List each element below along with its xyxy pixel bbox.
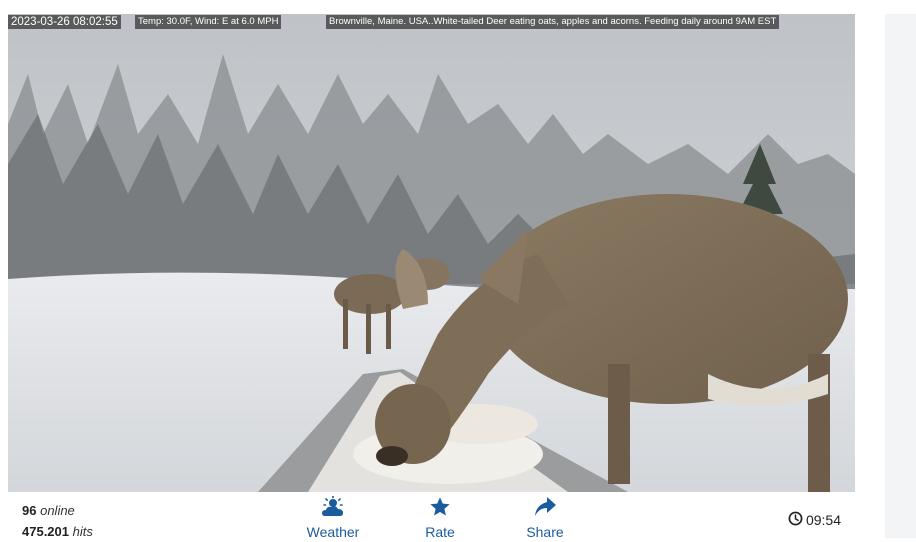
online-label: online [40, 503, 75, 518]
weather-button[interactable]: Weather [293, 496, 373, 540]
webcam-scene [8, 14, 855, 492]
hits-count: 475.201 [22, 524, 69, 539]
star-icon [400, 496, 480, 518]
sidebar-panel [885, 14, 916, 538]
share-icon [505, 496, 585, 518]
viewer-stats: 96 online 475.201 hits [22, 500, 93, 542]
local-time-value: 09:54 [805, 512, 841, 528]
clock-icon [788, 511, 803, 529]
hits-stat: 475.201 hits [22, 521, 93, 542]
online-count: 96 [22, 503, 37, 518]
online-stat: 96 online [22, 500, 93, 521]
hits-label: hits [72, 524, 93, 539]
local-time: 09:54 [788, 511, 841, 529]
rate-button[interactable]: Rate [400, 496, 480, 540]
webcam-video[interactable]: 2023-03-26 08:02:55 Temp: 30.0F, Wind: E… [8, 14, 855, 492]
share-button[interactable]: Share [505, 496, 585, 540]
video-timestamp: 2023-03-26 08:02:55 [8, 15, 121, 29]
video-caption-overlay: Brownville, Maine. USA..White-tailed Dee… [326, 15, 780, 29]
weather-icon [293, 496, 373, 518]
video-info-bar: 96 online 475.201 hits Weather Rate Shar… [8, 492, 855, 540]
video-weather-overlay: Temp: 30.0F, Wind: E at 6.0 MPH [135, 15, 282, 29]
